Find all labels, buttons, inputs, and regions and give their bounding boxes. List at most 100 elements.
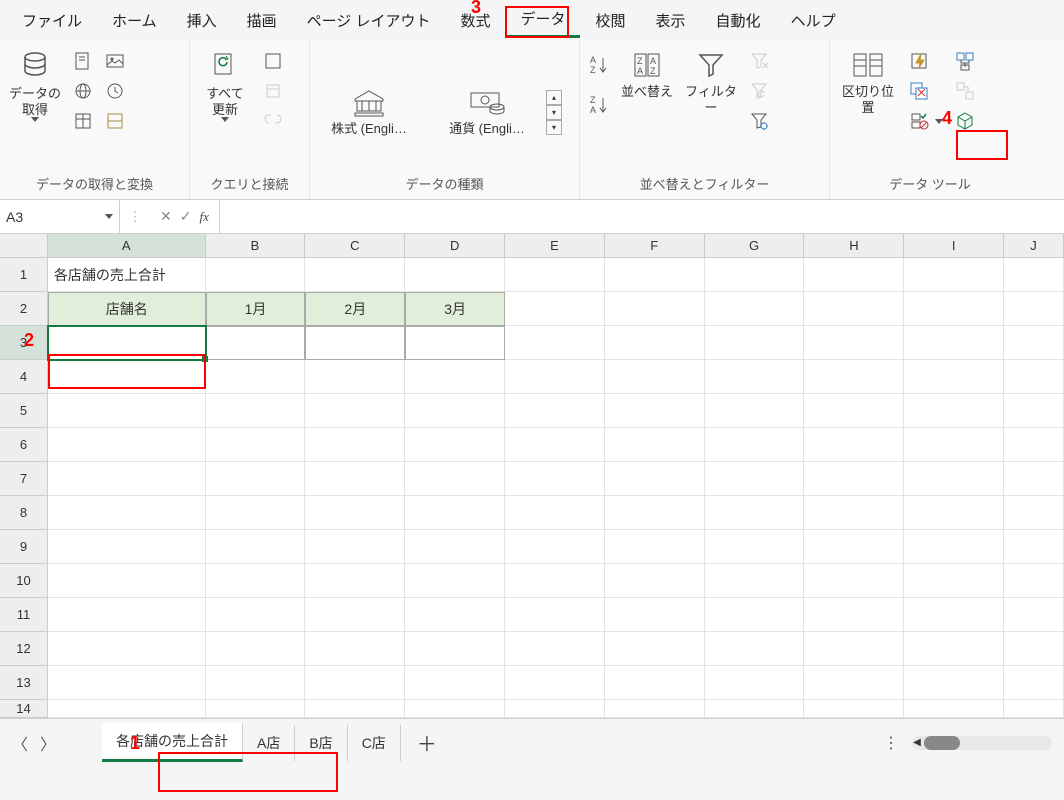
cell-A14[interactable] <box>48 700 206 718</box>
spinner-more[interactable]: ▾ <box>546 120 562 135</box>
properties-button[interactable] <box>260 78 286 104</box>
cell-I2[interactable] <box>904 292 1004 326</box>
cell-F1[interactable] <box>605 258 705 292</box>
row-header-4[interactable]: 4 <box>0 360 48 394</box>
spinner-up[interactable]: ▴ <box>546 90 562 105</box>
cell-H8[interactable] <box>804 496 904 530</box>
existing-connections-button[interactable] <box>102 108 128 134</box>
cell-H2[interactable] <box>804 292 904 326</box>
formula-input[interactable] <box>220 200 1064 233</box>
cell-C13[interactable] <box>305 666 405 700</box>
cell-F5[interactable] <box>605 394 705 428</box>
row-header-5[interactable]: 5 <box>0 394 48 428</box>
row-header-10[interactable]: 10 <box>0 564 48 598</box>
cell-C10[interactable] <box>305 564 405 598</box>
relationships-button[interactable] <box>952 78 978 104</box>
cell-A9[interactable] <box>48 530 206 564</box>
cell-E5[interactable] <box>505 394 605 428</box>
sheet-nav-next[interactable]: 〉 <box>34 729 62 757</box>
cell-E2[interactable] <box>505 292 605 326</box>
cell-C9[interactable] <box>305 530 405 564</box>
col-header-B[interactable]: B <box>206 234 306 258</box>
cell-I1[interactable] <box>904 258 1004 292</box>
cell-B14[interactable] <box>206 700 306 718</box>
stocks-button[interactable]: 株式 (Engli… <box>314 83 424 141</box>
cell-H3[interactable] <box>804 326 904 360</box>
cell-E11[interactable] <box>505 598 605 632</box>
enter-icon[interactable]: ✓ <box>180 208 192 225</box>
cell-J1[interactable] <box>1004 258 1064 292</box>
col-header-D[interactable]: D <box>405 234 505 258</box>
menu-view[interactable]: 表示 <box>642 4 700 37</box>
cell-G7[interactable] <box>705 462 805 496</box>
cell-I10[interactable] <box>904 564 1004 598</box>
cell-E10[interactable] <box>505 564 605 598</box>
cell-J10[interactable] <box>1004 564 1064 598</box>
cell-C12[interactable] <box>305 632 405 666</box>
row-header-13[interactable]: 13 <box>0 666 48 700</box>
cell-F13[interactable] <box>605 666 705 700</box>
sheet-tab-b[interactable]: B店 <box>295 725 347 761</box>
col-header-J[interactable]: J <box>1004 234 1064 258</box>
menu-insert[interactable]: 挿入 <box>173 4 231 37</box>
row-header-7[interactable]: 7 <box>0 462 48 496</box>
cell-I6[interactable] <box>904 428 1004 462</box>
cell-G13[interactable] <box>705 666 805 700</box>
cell-E13[interactable] <box>505 666 605 700</box>
cell-D12[interactable] <box>405 632 505 666</box>
menu-data[interactable]: データ <box>507 2 580 38</box>
from-web-button[interactable] <box>70 78 96 104</box>
from-table-button[interactable] <box>70 108 96 134</box>
cell-G2[interactable] <box>705 292 805 326</box>
cell-I4[interactable] <box>904 360 1004 394</box>
clear-filter-button[interactable] <box>746 48 772 74</box>
cell-C5[interactable] <box>305 394 405 428</box>
advanced-filter-button[interactable] <box>746 108 772 134</box>
cell-B3[interactable] <box>206 326 306 360</box>
cell-D10[interactable] <box>405 564 505 598</box>
cell-G1[interactable] <box>705 258 805 292</box>
cell-B10[interactable] <box>206 564 306 598</box>
cell-J11[interactable] <box>1004 598 1064 632</box>
sheet-tab-a[interactable]: A店 <box>243 725 295 761</box>
cell-D3[interactable] <box>405 326 505 360</box>
cell-H4[interactable] <box>804 360 904 394</box>
cell-I11[interactable] <box>904 598 1004 632</box>
menu-home[interactable]: ホーム <box>98 4 171 37</box>
cell-B2[interactable]: 1月 <box>206 292 306 326</box>
row-header-9[interactable]: 9 <box>0 530 48 564</box>
cell-B5[interactable] <box>206 394 306 428</box>
menu-help[interactable]: ヘルプ <box>777 4 850 37</box>
menu-draw[interactable]: 描画 <box>233 4 291 37</box>
cell-J5[interactable] <box>1004 394 1064 428</box>
cell-J14[interactable] <box>1004 700 1064 718</box>
sheet-tab-c[interactable]: C店 <box>348 725 401 761</box>
get-data-button[interactable]: データの 取得 <box>4 46 66 126</box>
scroll-left-icon[interactable]: ◀ <box>910 736 924 750</box>
cell-E12[interactable] <box>505 632 605 666</box>
cell-G5[interactable] <box>705 394 805 428</box>
from-picture-button[interactable] <box>102 48 128 74</box>
cell-F6[interactable] <box>605 428 705 462</box>
from-text-csv-button[interactable] <box>70 48 96 74</box>
cancel-icon[interactable]: ✕ <box>160 208 172 225</box>
cell-A10[interactable] <box>48 564 206 598</box>
datatype-spinner[interactable]: ▴ ▾ ▾ <box>546 90 564 135</box>
cell-E3[interactable] <box>505 326 605 360</box>
col-header-C[interactable]: C <box>305 234 405 258</box>
text-to-columns-button[interactable]: 区切り位置 <box>834 46 902 119</box>
scroll-thumb[interactable] <box>924 736 960 750</box>
sort-asc-button[interactable]: AZ <box>586 52 612 78</box>
cell-A4[interactable] <box>48 360 206 394</box>
cell-C1[interactable] <box>305 258 405 292</box>
cell-I3[interactable] <box>904 326 1004 360</box>
consolidate-button[interactable] <box>952 48 978 74</box>
cell-J4[interactable] <box>1004 360 1064 394</box>
col-header-A[interactable]: A <box>48 234 206 258</box>
cell-I5[interactable] <box>904 394 1004 428</box>
cell-C3[interactable] <box>305 326 405 360</box>
cell-J8[interactable] <box>1004 496 1064 530</box>
reapply-filter-button[interactable] <box>746 78 772 104</box>
cell-F10[interactable] <box>605 564 705 598</box>
cell-A8[interactable] <box>48 496 206 530</box>
